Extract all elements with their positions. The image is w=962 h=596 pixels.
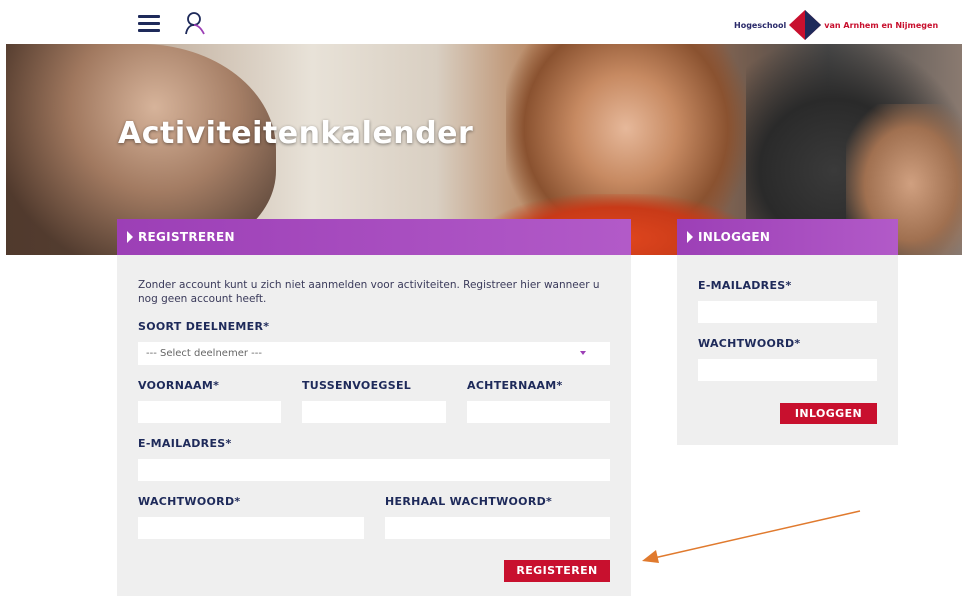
login-heading: INLOGGEN	[698, 230, 771, 244]
login-password-label: WACHTWOORD*	[698, 337, 801, 350]
participant-type-value: --- Select deelnemer ---	[146, 348, 262, 359]
infix-label: TUSSENVOEGSEL	[302, 379, 412, 392]
user-profile-icon[interactable]	[183, 10, 209, 38]
email-input[interactable]	[138, 459, 610, 481]
email-label: E-MAILADRES*	[138, 437, 232, 450]
infix-input[interactable]	[302, 401, 446, 423]
register-button[interactable]: REGISTEREN	[504, 560, 610, 582]
annotation-arrow-icon	[642, 510, 861, 563]
logo-diamond-icon	[789, 10, 822, 40]
top-bar: Hogeschool van Arnhem en Nijmegen	[0, 0, 962, 44]
repeat-password-label: HERHAAL WACHTWOORD*	[385, 495, 553, 508]
participant-type-label: SOORT DEELNEMER*	[138, 320, 270, 333]
logo-text-right: van Arnhem en Nijmegen	[824, 20, 939, 30]
firstname-input[interactable]	[138, 401, 281, 423]
login-button[interactable]: INLOGGEN	[780, 403, 877, 424]
login-panel: INLOGGEN E-MAILADRES* WACHTWOORD* INLOGG…	[677, 219, 898, 445]
login-password-input[interactable]	[698, 359, 877, 381]
login-email-input[interactable]	[698, 301, 877, 323]
dropdown-caret-icon	[580, 351, 586, 355]
logo-text-left: Hogeschool	[734, 20, 787, 30]
login-panel-header: INLOGGEN	[677, 219, 898, 255]
password-input[interactable]	[138, 517, 364, 539]
login-email-label: E-MAILADRES*	[698, 279, 792, 292]
register-intro-text: Zonder account kunt u zich niet aanmelde…	[138, 279, 600, 305]
repeat-password-input[interactable]	[385, 517, 610, 539]
play-triangle-icon	[687, 231, 693, 243]
play-triangle-icon	[127, 231, 133, 243]
register-panel: REGISTREREN Zonder account kunt u zich n…	[117, 219, 631, 596]
hamburger-menu-icon[interactable]	[138, 15, 160, 32]
han-logo[interactable]: Hogeschool van Arnhem en Nijmegen	[734, 10, 938, 40]
participant-type-select[interactable]: --- Select deelnemer ---	[138, 342, 610, 365]
lastname-label: ACHTERNAAM*	[467, 379, 563, 392]
firstname-label: VOORNAAM*	[138, 379, 220, 392]
lastname-input[interactable]	[467, 401, 610, 423]
password-label: WACHTWOORD*	[138, 495, 241, 508]
register-heading: REGISTREREN	[138, 230, 235, 244]
page-title: Activiteitenkalender	[118, 116, 474, 151]
register-panel-header: REGISTREREN	[117, 219, 631, 255]
